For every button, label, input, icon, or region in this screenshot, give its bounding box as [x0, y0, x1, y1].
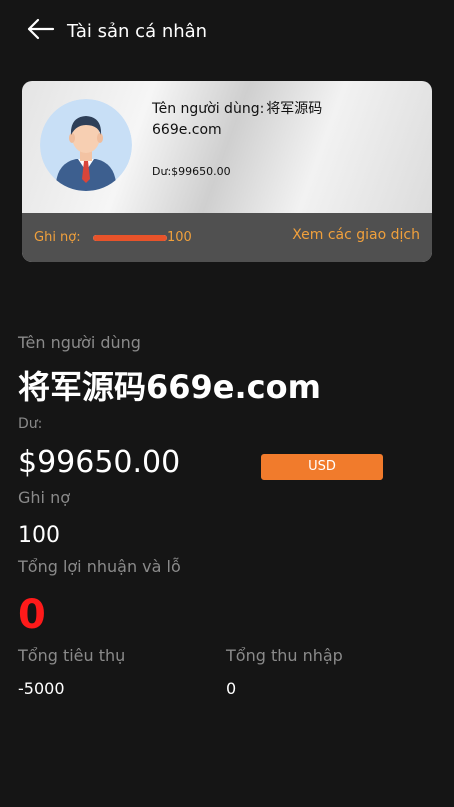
card-footer: Ghi nợ: 100 Xem các giao dịch — [22, 213, 432, 262]
card-debt-value: 100 — [167, 230, 192, 245]
debt-progress-bar — [93, 235, 167, 241]
total-income-value: 0 — [226, 679, 237, 698]
card-username: Tên người dùng: 将军源码669e.com — [152, 99, 352, 141]
username-label: Tên người dùng — [18, 333, 141, 352]
arrow-left-icon[interactable] — [24, 14, 56, 44]
page-title: Tài sản cá nhân — [67, 21, 208, 42]
balance-value: $99650.00 — [18, 445, 181, 480]
debt-value: 100 — [18, 523, 60, 548]
card-debt-label: Ghi nợ: — [34, 230, 81, 245]
username-value: 将军源码669e.com — [18, 368, 321, 406]
pnl-label: Tổng lợi nhuận và lỗ — [18, 557, 181, 576]
card-username-label: Tên người dùng: — [152, 101, 265, 117]
total-income-label: Tổng thu nhập — [226, 646, 343, 665]
card-balance: Dư:$99650.00 — [152, 165, 231, 178]
total-spend-label: Tổng tiêu thụ — [18, 646, 126, 665]
view-transactions-link[interactable]: Xem các giao dịch — [292, 225, 420, 245]
debt-label: Ghi nợ — [18, 488, 70, 507]
debt-progress-fill — [93, 235, 167, 241]
app-header: Tài sản cá nhân — [0, 0, 454, 64]
currency-button[interactable]: USD — [261, 454, 383, 480]
total-spend-value: -5000 — [18, 679, 65, 698]
pnl-value: 0 — [18, 592, 46, 638]
account-card: Tên người dùng: 将军源码669e.com Dư:$99650.00… — [22, 81, 432, 262]
balance-label: Dư: — [18, 416, 43, 432]
user-avatar-icon — [40, 99, 132, 191]
